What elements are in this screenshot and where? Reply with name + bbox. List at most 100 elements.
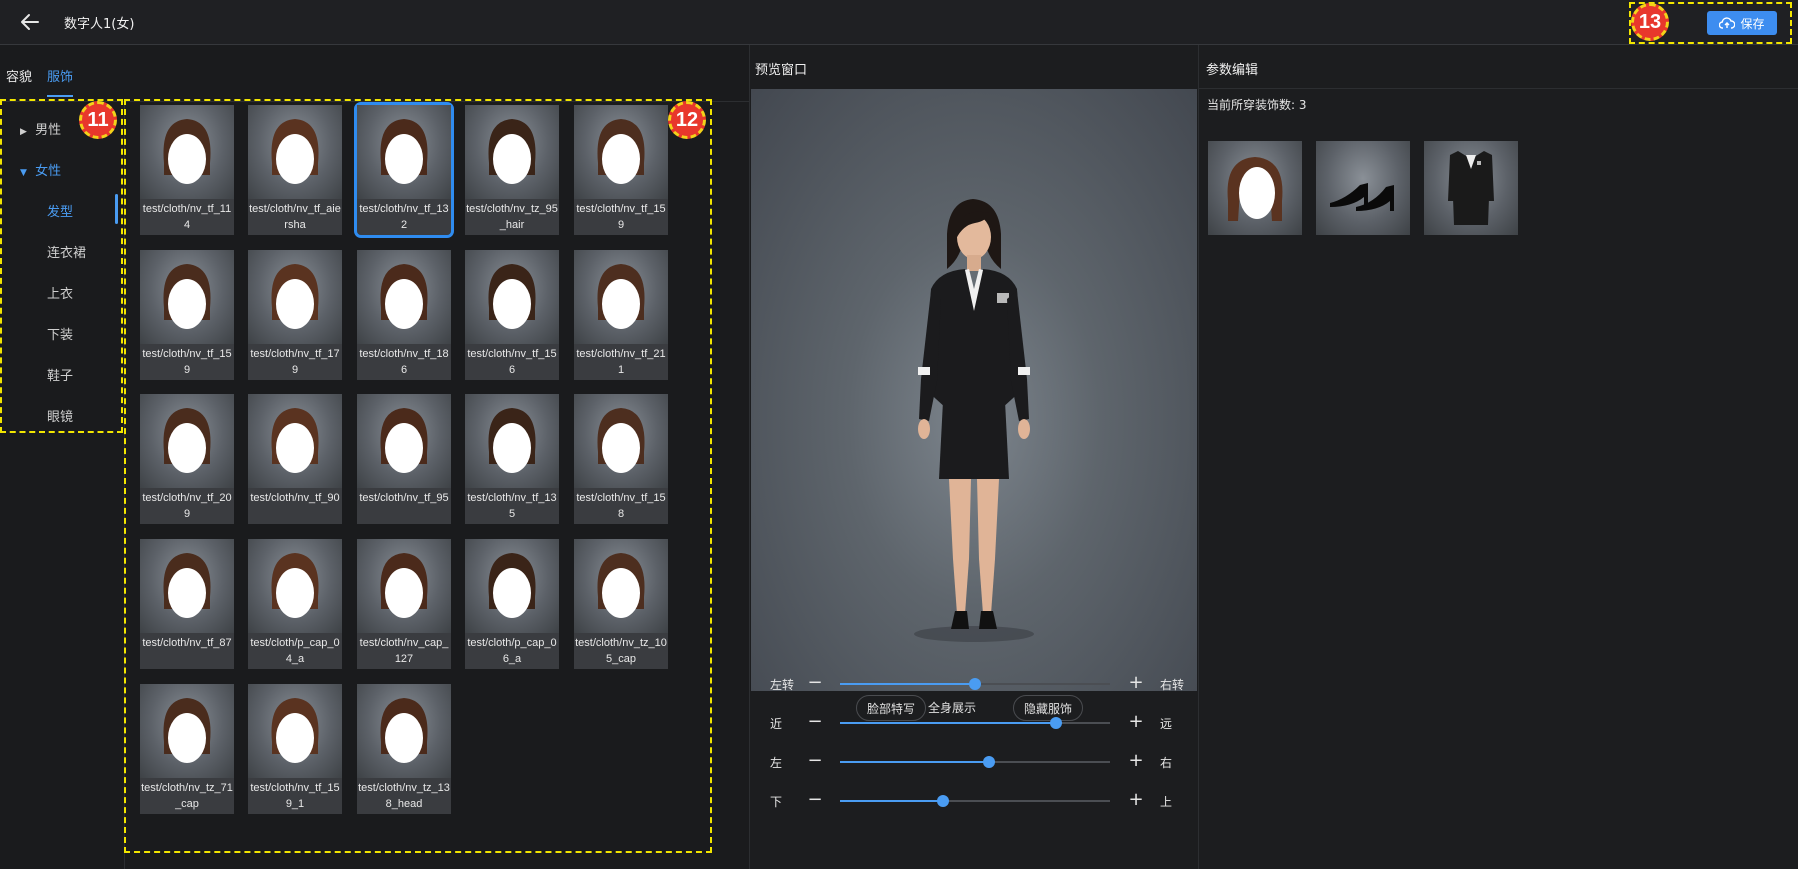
grid-item[interactable]: test/cloth/nv_tf_95 [357,394,451,524]
hair-thumbnail-icon [488,553,536,618]
worn-item-shoes[interactable] [1316,141,1410,235]
grid-item[interactable]: test/cloth/nv_tf_114 [140,105,234,235]
item-thumbnail [574,394,668,488]
slider-left-label: 左 [770,756,783,770]
worn-count-text: 当前所穿装饰数: 3 [1207,98,1307,112]
hair-thumbnail-icon [163,408,211,473]
sidebar-item-shoes[interactable]: 鞋子 [47,365,73,384]
sidebar-group-label: 女性 [35,164,62,179]
grid-item[interactable]: test/cloth/nv_tf_159 [140,250,234,380]
grid-item[interactable]: test/cloth/nv_tf_186 [357,250,451,380]
hair-thumbnail-icon [163,264,211,329]
grid-item[interactable]: test/cloth/nv_tf_159 [574,105,668,235]
item-thumbnail [357,250,451,344]
item-caption: test/cloth/nv_tf_209 [142,492,232,520]
slider-track[interactable] [840,717,1110,729]
avatar-viewport[interactable] [751,89,1197,691]
grid-item[interactable]: test/cloth/nv_tf_211 [574,250,668,380]
save-button[interactable]: 保存 [1707,11,1777,35]
item-thumbnail [574,105,668,199]
slider-track[interactable] [840,756,1110,768]
item-caption: test/cloth/p_cap_04_a [250,637,340,665]
slider-knob[interactable] [982,756,995,768]
sidebar-group-male[interactable]: ▶ 男性 [20,119,61,138]
grid-item[interactable]: test/cloth/nv_tf_90 [248,394,342,524]
sidebar-item-hairstyle[interactable]: 发型 [47,201,73,220]
item-caption: test/cloth/p_cap_06_a [467,637,557,665]
slider-increment-button[interactable]: + [1126,788,1146,814]
save-button-label: 保存 [1740,16,1765,31]
sidebar-item-glasses[interactable]: 眼镜 [47,406,73,425]
category-sidebar: 11 ▶ 男性 ▼ 女性 发型 连衣裙 上衣 下装 鞋子 眼镜 [0,99,125,869]
hair-thumbnail-icon [271,264,319,329]
slider-decrement-button[interactable]: − [805,788,825,814]
grid-item[interactable]: test/cloth/nv_tf_87 [140,539,234,669]
preview-title: 预览窗口 [755,63,808,78]
slider-increment-button[interactable]: + [1126,749,1146,775]
item-caption: test/cloth/nv_tf_156 [467,348,557,376]
item-caption: test/cloth/nv_tf_87 [142,637,232,649]
item-thumbnail [248,539,342,633]
grid-item[interactable]: test/cloth/nv_tz_105_cap [574,539,668,669]
slider-knob[interactable] [936,795,949,807]
item-thumbnail [140,250,234,344]
item-thumbnail [357,105,451,199]
grid-item[interactable]: test/cloth/nv_tz_71_cap [140,684,234,814]
tab-clothing[interactable]: 服饰 [47,66,73,85]
grid-item[interactable]: test/cloth/nv_tf_209 [140,394,234,524]
params-panel: 参数编辑 当前所穿装饰数: 3 [1199,45,1798,869]
wardrobe-panel: 容貌 服饰 11 ▶ 男性 ▼ 女性 发型 连衣裙 上衣 下装 鞋子 眼镜 12… [0,45,750,869]
grid-item[interactable]: test/cloth/nv_tf_aiersha [248,105,342,235]
item-thumbnail [140,394,234,488]
annotation-marker-13: 13 [1631,3,1669,41]
slider-row: 左转 − + 右转 [750,671,1198,697]
heels-thumbnail-icon [1330,183,1394,211]
grid-item[interactable]: test/cloth/nv_tf_156 [465,250,559,380]
grid-item[interactable]: test/cloth/nv_tf_179 [248,250,342,380]
grid-item[interactable]: test/cloth/p_cap_04_a [248,539,342,669]
sidebar-item-bottom[interactable]: 下装 [47,324,73,343]
slider-fill [840,800,943,802]
slider-decrement-button[interactable]: − [805,710,825,736]
slider-left-label: 近 [770,717,783,731]
slider-knob[interactable] [1050,717,1062,729]
grid-item[interactable]: test/cloth/nv_tf_132 [354,102,454,238]
slider-increment-button[interactable]: + [1126,710,1146,736]
grid-item[interactable]: test/cloth/nv_tf_159_1 [248,684,342,814]
sidebar-item-top[interactable]: 上衣 [47,283,73,302]
slider-track[interactable] [840,795,1110,807]
avatar-figure [914,199,1034,642]
sidebar-item-dress[interactable]: 连衣裙 [47,242,86,261]
grid-item[interactable]: test/cloth/nv_tf_135 [465,394,559,524]
hair-thumbnail-icon [271,698,319,763]
slider-knob[interactable] [969,678,981,690]
item-caption: test/cloth/nv_tf_132 [359,203,449,231]
grid-item[interactable]: test/cloth/nv_cap_127 [357,539,451,669]
hair-thumbnail-icon [163,119,211,184]
item-caption: test/cloth/nv_tf_114 [142,203,232,231]
grid-item[interactable]: test/cloth/nv_tz_95_hair [465,105,559,235]
slider-decrement-button[interactable]: − [805,671,825,697]
item-thumbnail [140,105,234,199]
item-thumbnail [140,684,234,778]
item-caption: test/cloth/nv_tf_aiersha [249,203,341,231]
item-thumbnail [357,539,451,633]
hair-thumbnail-icon [597,408,645,473]
hair-thumbnail-icon [380,264,428,329]
sidebar-group-label: 男性 [35,123,62,138]
grid-item[interactable]: test/cloth/nv_tz_138_head [357,684,451,814]
sidebar-group-female[interactable]: ▼ 女性 [20,160,61,179]
grid-item[interactable]: test/cloth/p_cap_06_a [465,539,559,669]
slider-increment-button[interactable]: + [1126,671,1146,697]
slider-decrement-button[interactable]: − [805,749,825,775]
back-arrow-icon[interactable] [18,10,42,34]
worn-item-hair[interactable] [1208,141,1302,235]
worn-item-suit[interactable] [1424,141,1518,235]
item-thumbnail [248,105,342,199]
grid-item[interactable]: test/cloth/nv_tf_158 [574,394,668,524]
slider-fill [840,683,975,685]
item-caption: test/cloth/nv_tf_179 [250,348,340,376]
tab-appearance[interactable]: 容貌 [6,66,32,85]
hair-thumbnail-icon [271,553,319,618]
slider-track[interactable] [840,678,1110,690]
